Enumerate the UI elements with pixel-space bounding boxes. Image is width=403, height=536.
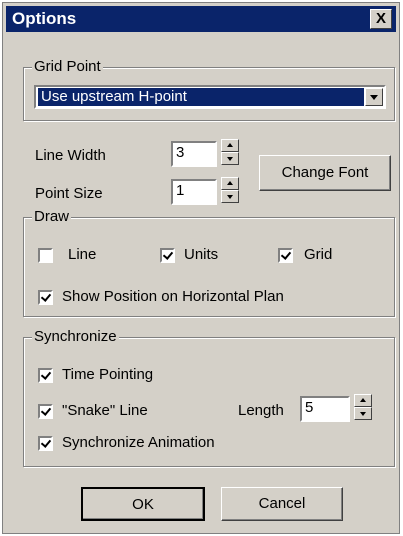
spin-up-icon[interactable]: [221, 139, 239, 152]
time-pointing-checkbox-label[interactable]: Time Pointing: [62, 366, 153, 383]
draw-group: Draw Line Units Grid Show Position on Ho…: [23, 208, 395, 317]
time-pointing-checkbox[interactable]: [38, 368, 53, 383]
synchronize-group: Synchronize Time Pointing "Snake" Line L…: [23, 328, 395, 467]
snake-line-checkbox-label[interactable]: "Snake" Line: [62, 402, 148, 419]
close-icon: X: [375, 10, 386, 27]
spin-up-icon[interactable]: [354, 394, 372, 407]
length-spinner[interactable]: [354, 394, 372, 420]
units-checkbox[interactable]: [160, 248, 175, 263]
synchronize-legend: Synchronize: [32, 328, 119, 345]
grid-point-legend: Grid Point: [32, 58, 103, 75]
spin-down-icon[interactable]: [221, 152, 239, 165]
sync-animation-checkbox-label[interactable]: Synchronize Animation: [62, 434, 215, 451]
close-button[interactable]: X: [370, 9, 392, 29]
draw-legend: Draw: [32, 208, 72, 225]
change-font-button[interactable]: Change Font: [259, 155, 391, 191]
length-label: Length: [238, 402, 284, 419]
line-width-input[interactable]: 3: [171, 141, 217, 167]
grid-point-select[interactable]: Use upstream H-point: [34, 85, 386, 109]
point-size-input[interactable]: 1: [171, 179, 217, 205]
show-position-checkbox[interactable]: [38, 290, 53, 305]
spin-down-icon[interactable]: [354, 407, 372, 420]
grid-checkbox-label[interactable]: Grid: [304, 246, 332, 263]
grid-checkbox[interactable]: [278, 248, 293, 263]
line-checkbox-label[interactable]: Line: [68, 246, 96, 263]
show-position-checkbox-label[interactable]: Show Position on Horizontal Plan: [62, 288, 284, 305]
spin-down-icon[interactable]: [221, 190, 239, 203]
line-width-label: Line Width: [35, 147, 106, 164]
units-checkbox-label[interactable]: Units: [184, 246, 218, 263]
spin-up-icon[interactable]: [221, 177, 239, 190]
chevron-down-icon[interactable]: [365, 88, 383, 106]
line-checkbox[interactable]: [38, 248, 53, 263]
grid-point-group: Grid Point Use upstream H-point: [23, 58, 395, 121]
cancel-button[interactable]: Cancel: [221, 487, 343, 521]
length-input[interactable]: 5: [300, 396, 350, 422]
ok-button[interactable]: OK: [81, 487, 205, 521]
options-dialog: Options X Grid Point Use upstream H-poin…: [2, 2, 400, 534]
line-width-spinner[interactable]: [221, 139, 239, 165]
snake-line-checkbox[interactable]: [38, 404, 53, 419]
sync-animation-checkbox[interactable]: [38, 436, 53, 451]
point-size-spinner[interactable]: [221, 177, 239, 203]
point-size-label: Point Size: [35, 185, 103, 202]
grid-point-selected-value: Use upstream H-point: [38, 88, 364, 106]
window-title: Options: [12, 9, 77, 28]
title-bar[interactable]: Options X: [6, 6, 396, 32]
